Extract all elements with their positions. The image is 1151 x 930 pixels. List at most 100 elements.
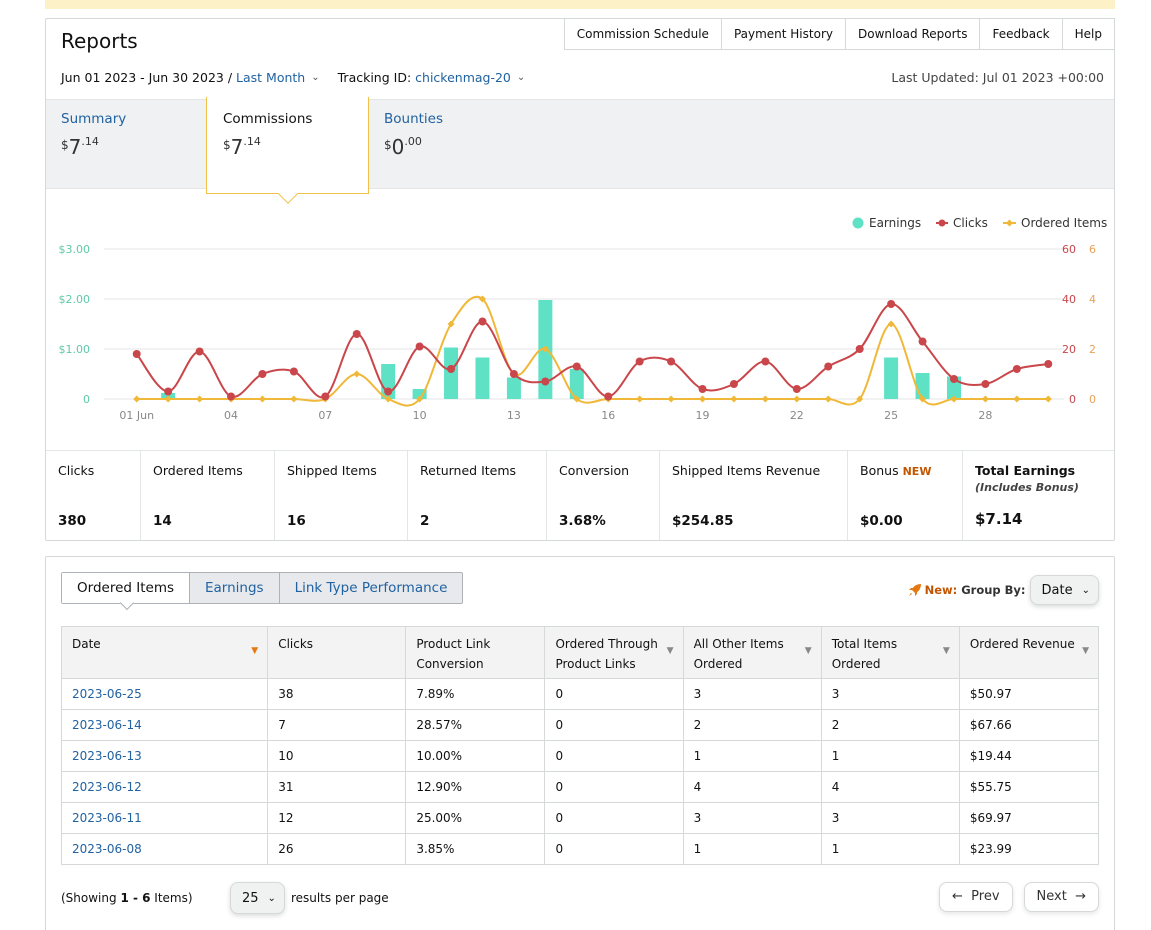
tab-bounties[interactable]: Bounties $0.00 bbox=[384, 111, 443, 159]
ordered-items-point bbox=[290, 395, 298, 403]
clicks-point bbox=[761, 357, 770, 366]
date-link[interactable]: 2023-06-13 bbox=[60, 740, 269, 772]
clicks-line bbox=[135, 303, 1049, 399]
ordered-items-point bbox=[761, 395, 769, 403]
sort-icon[interactable]: ▼ bbox=[943, 641, 950, 661]
per-page: 25 ⌄ results per page bbox=[230, 882, 389, 914]
sort-icon[interactable]: ▼ bbox=[805, 641, 812, 661]
clicks-point bbox=[855, 345, 864, 353]
date-link[interactable]: 2023-06-14 bbox=[60, 709, 269, 741]
table-cell: 25.00% bbox=[405, 802, 546, 834]
stat-value: 380 bbox=[58, 513, 87, 529]
legend-earnings-marker bbox=[852, 217, 864, 229]
clicks-point bbox=[352, 330, 361, 338]
per-page-select[interactable]: 25 ⌄ bbox=[230, 882, 285, 914]
payment-history-button[interactable]: Payment History bbox=[720, 19, 845, 49]
clicks-point bbox=[1012, 365, 1021, 373]
y-tick-label: 6 bbox=[1089, 243, 1096, 256]
download-reports-button[interactable]: Download Reports bbox=[844, 19, 980, 49]
date-link[interactable]: 2023-06-11 bbox=[60, 802, 269, 834]
earnings-bar bbox=[915, 373, 930, 399]
ordered-items-point bbox=[699, 395, 707, 403]
per-page-label: results per page bbox=[290, 891, 389, 905]
table-card: Ordered Items Earnings Link Type Perform… bbox=[45, 556, 1115, 930]
date-link[interactable]: 2023-06-08 bbox=[60, 833, 269, 865]
stat-total-earnings: Total Earnings (Includes Bonus) $7.14 bbox=[963, 451, 1114, 540]
ordered-items-point bbox=[667, 395, 675, 403]
sort-icon[interactable]: ▼ bbox=[251, 641, 258, 661]
tracking-label: Tracking ID: bbox=[337, 70, 412, 85]
arrow-left-icon: ← bbox=[951, 889, 963, 904]
top-nav: Commission Schedule Payment History Down… bbox=[563, 18, 1115, 50]
group-by-select[interactable]: Date ⌄ bbox=[1029, 575, 1099, 605]
sort-icon[interactable]: ▼ bbox=[1082, 641, 1089, 661]
y-tick-label: 2 bbox=[1089, 343, 1096, 356]
table-cell: 4 bbox=[682, 771, 822, 803]
filter-line: Jun 01 2023 - Jun 30 2023 / Last Month ⌄… bbox=[61, 70, 543, 85]
ordered-items-point bbox=[353, 370, 361, 378]
feedback-button[interactable]: Feedback bbox=[979, 19, 1062, 49]
tab-bounties-label: Bounties bbox=[384, 111, 444, 127]
pagination: ← Prev Next → bbox=[928, 882, 1099, 912]
clicks-point bbox=[509, 370, 518, 378]
ordered-items-line bbox=[136, 295, 1049, 407]
table-cell: 3 bbox=[682, 678, 822, 710]
stat-value: 3.68% bbox=[559, 513, 606, 529]
y-tick-label: $3.00 bbox=[59, 243, 91, 256]
tracking-id-dropdown[interactable]: chickenmag-20 bbox=[415, 70, 511, 85]
table-row: 2023-06-08 26 3.85% 0 1 1 $23.99 bbox=[60, 833, 1100, 865]
prev-button[interactable]: ← Prev bbox=[938, 882, 1013, 912]
y-tick-label: 40 bbox=[1062, 293, 1076, 306]
help-button[interactable]: Help bbox=[1061, 19, 1114, 49]
date-link[interactable]: 2023-06-12 bbox=[60, 771, 269, 803]
new-label: New: bbox=[924, 583, 958, 597]
table-cell: $55.75 bbox=[958, 771, 1100, 803]
column-header[interactable]: Clicks bbox=[267, 626, 407, 679]
date-link[interactable]: 2023-06-25 bbox=[60, 678, 269, 710]
tab-summary[interactable]: Summary $7.14 bbox=[61, 111, 126, 159]
column-header[interactable]: All Other Items Ordered ▼ bbox=[682, 626, 822, 679]
stat-value: 16 bbox=[287, 513, 306, 529]
table-cell: 10 bbox=[267, 740, 407, 772]
tab-commissions[interactable]: Commissions $7.14 bbox=[223, 111, 312, 159]
clicks-point bbox=[227, 392, 236, 401]
page-title: Reports bbox=[61, 29, 138, 53]
stat-label: Total Earnings bbox=[975, 463, 1076, 478]
clicks-point bbox=[164, 387, 173, 396]
column-header[interactable]: Product Link Conversion bbox=[405, 626, 546, 679]
stat-conversion: Conversion 3.68% bbox=[547, 451, 660, 540]
ordered-items-point bbox=[793, 395, 801, 403]
stat-sub-label: (Includes Bonus) bbox=[975, 481, 1079, 494]
tab-link-type-performance[interactable]: Link Type Performance bbox=[278, 573, 463, 603]
commission-schedule-button[interactable]: Commission Schedule bbox=[564, 19, 721, 49]
legend-items-marker bbox=[1006, 219, 1013, 227]
tab-summary-label: Summary bbox=[61, 111, 127, 127]
table-cell: $23.99 bbox=[958, 833, 1100, 865]
column-header[interactable]: Ordered Through Product Links ▼ bbox=[544, 626, 684, 679]
sort-icon[interactable]: ▼ bbox=[667, 641, 674, 661]
earnings-bar bbox=[444, 347, 459, 399]
rocket-icon bbox=[908, 584, 921, 596]
clicks-point bbox=[698, 385, 707, 393]
chevron-down-icon: ⌄ bbox=[516, 72, 526, 83]
x-tick-label: 13 bbox=[507, 409, 521, 422]
stat-ordered-items: Ordered Items 14 bbox=[141, 451, 275, 540]
x-tick-label: 19 bbox=[696, 409, 710, 422]
ordered-items-point bbox=[887, 320, 895, 328]
clicks-point bbox=[289, 367, 298, 376]
table-cell: 10.00% bbox=[405, 740, 546, 772]
earnings-bar bbox=[884, 357, 899, 399]
stat-label: Conversion bbox=[559, 463, 630, 478]
earnings-bar bbox=[506, 377, 521, 399]
table-row: 2023-06-13 10 10.00% 0 1 1 $19.44 bbox=[60, 740, 1100, 772]
column-header[interactable]: Date ▼ bbox=[60, 626, 269, 679]
column-header[interactable]: Ordered Revenue ▼ bbox=[958, 626, 1100, 679]
clicks-point bbox=[824, 362, 833, 371]
stat-bonus: Bonus NEW $0.00 bbox=[848, 451, 963, 540]
next-button[interactable]: Next → bbox=[1023, 882, 1099, 912]
column-header[interactable]: Total Items Ordered ▼ bbox=[820, 626, 960, 679]
y-tick-label: 0 bbox=[1089, 393, 1096, 406]
clicks-point bbox=[258, 370, 267, 378]
tab-earnings[interactable]: Earnings bbox=[189, 573, 279, 603]
period-dropdown[interactable]: Last Month bbox=[236, 70, 305, 85]
